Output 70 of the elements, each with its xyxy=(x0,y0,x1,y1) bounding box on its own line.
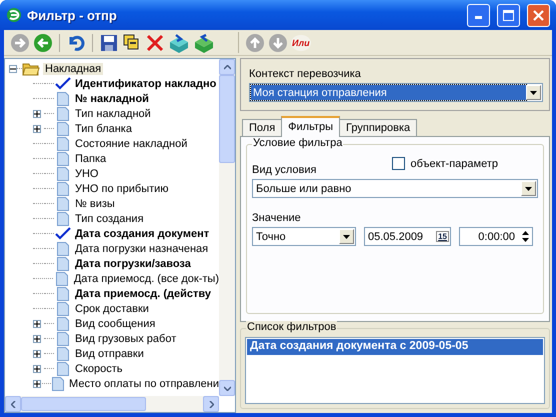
tree-item[interactable]: Дата создания документ xyxy=(75,228,210,240)
box-arrow-out-icon[interactable] xyxy=(193,32,215,52)
save-icon[interactable] xyxy=(99,32,119,52)
tree-item[interactable]: Вид сообщения xyxy=(75,318,156,330)
expand-icon[interactable] xyxy=(33,350,41,358)
time-field[interactable]: 0:00:00 xyxy=(459,227,533,246)
expand-icon[interactable] xyxy=(33,380,41,388)
dropdown-arrow-icon xyxy=(525,186,532,190)
tree-item[interactable]: № накладной xyxy=(75,92,149,104)
maximize-button[interactable] xyxy=(497,4,520,26)
group-title: Условие фильтра xyxy=(252,137,344,149)
tree-item[interactable]: Дата приемосд. (действу xyxy=(75,288,212,300)
tree-item[interactable]: Накладная xyxy=(43,62,104,74)
group-title: Список фильтров xyxy=(246,321,338,333)
scroll-up-icon xyxy=(224,64,230,70)
expand-icon[interactable] xyxy=(33,364,41,372)
date-field[interactable]: 05.05.2009 15 xyxy=(364,227,451,246)
tree-item[interactable]: Срок доставки xyxy=(75,302,149,314)
back-icon[interactable] xyxy=(33,32,53,52)
spin-up-icon[interactable] xyxy=(522,231,528,235)
tree-item[interactable]: Тип создания xyxy=(75,212,144,224)
dropdown-arrow-icon xyxy=(343,234,350,238)
object-parameter-checkbox[interactable]: объект-параметр xyxy=(392,157,498,170)
condition-dropdown[interactable]: Больше или равно xyxy=(252,179,538,198)
field-label: Значение xyxy=(252,212,301,224)
tree-item[interactable]: Идентификатор накладно xyxy=(75,78,216,90)
vertical-scrollbar[interactable] xyxy=(219,59,235,396)
app-icon xyxy=(6,7,22,23)
expand-icon[interactable] xyxy=(33,110,41,118)
box-arrow-in-icon[interactable] xyxy=(168,32,190,52)
tree-item[interactable]: Скорость xyxy=(75,362,123,374)
tree-item[interactable]: Дата погрузки/завоза xyxy=(75,258,191,270)
tree-item[interactable]: Тип бланка xyxy=(75,122,132,134)
or-button[interactable]: Или xyxy=(291,34,311,50)
tab[interactable]: Группировка xyxy=(339,119,418,136)
close-button[interactable] xyxy=(527,4,550,26)
mode-dropdown[interactable]: Точно xyxy=(252,227,356,246)
spin-down-icon[interactable] xyxy=(522,238,528,242)
tree-item[interactable]: УНО xyxy=(75,168,98,180)
tree-item[interactable]: Дата приемосд. (все док-ты) xyxy=(74,272,219,284)
horizontal-scrollbar[interactable] xyxy=(5,396,219,412)
close-icon xyxy=(533,10,544,20)
tree-item[interactable]: Место оплаты по отправлени xyxy=(69,378,219,390)
window-title: Фильтр - отпр xyxy=(27,8,118,22)
dropdown-arrow-icon xyxy=(530,90,537,94)
folder-icon xyxy=(22,62,40,76)
delete-icon[interactable] xyxy=(145,32,165,52)
tree-item[interactable]: Вид отправки xyxy=(75,348,144,360)
expand-icon[interactable] xyxy=(33,334,41,342)
tree-item[interactable]: Тип накладной xyxy=(75,108,151,120)
scroll-left-icon xyxy=(10,400,16,408)
carrier-context-dropdown[interactable]: Моя станция отправления xyxy=(249,83,543,102)
field-label: Контекст перевозчика xyxy=(249,68,362,80)
list-item[interactable]: Дата создания документа с 2009-05-05 xyxy=(247,339,543,355)
expand-icon[interactable] xyxy=(33,124,41,132)
tree-item[interactable]: Папка xyxy=(75,152,106,164)
tree-item[interactable]: № визы xyxy=(75,198,115,210)
field-label: Вид условия xyxy=(252,164,316,176)
tree-item[interactable]: Дата погрузки назначеная xyxy=(75,242,208,254)
tab[interactable]: Фильтры xyxy=(281,116,340,137)
expand-icon[interactable] xyxy=(33,320,41,328)
tree-item[interactable]: УНО по прибытию xyxy=(75,182,169,194)
tree-item[interactable]: Состояние накладной xyxy=(75,138,188,150)
collapse-icon[interactable] xyxy=(9,64,17,72)
tab[interactable]: Поля xyxy=(242,119,282,136)
minimize-button[interactable] xyxy=(467,4,490,26)
tree-item[interactable]: Вид грузовых работ xyxy=(75,332,176,344)
scroll-down-icon xyxy=(224,386,230,390)
maximize-icon xyxy=(503,10,514,20)
scroll-right-icon xyxy=(208,400,214,408)
